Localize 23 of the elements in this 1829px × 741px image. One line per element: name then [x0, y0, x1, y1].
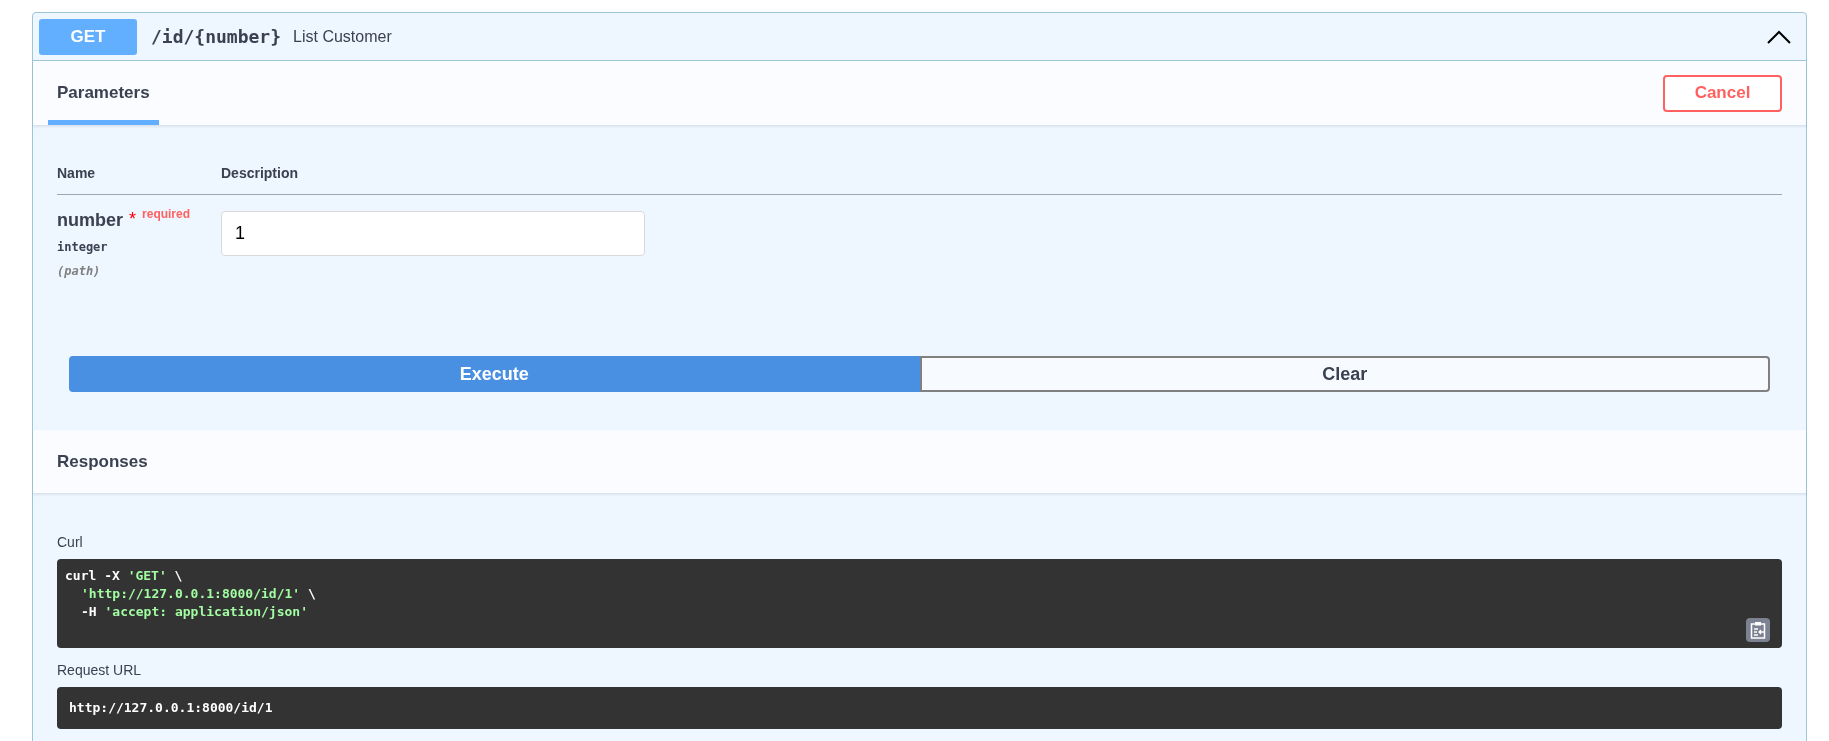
request-url: http://127.0.0.1:8000/id/1	[69, 699, 273, 718]
code-line: 'http://127.0.0.1:8000/id/1' \	[81, 585, 317, 603]
required-mark: *	[129, 208, 137, 231]
method-badge: GET	[39, 18, 137, 55]
copy-button[interactable]	[1746, 618, 1770, 642]
section-title: Responses	[57, 450, 148, 473]
parameter-name: number	[57, 209, 123, 232]
endpoint-path: /id/{number}	[151, 25, 282, 49]
required-label: required	[142, 206, 191, 223]
input-field[interactable]: 1	[221, 211, 645, 256]
parameter-type: integer	[57, 239, 109, 256]
clipboard-icon	[1750, 621, 1766, 639]
field-label: Request URL	[57, 661, 143, 680]
code-line: curl -X 'GET' \	[65, 567, 184, 585]
column-header: Description	[221, 164, 298, 183]
parameter-location: (path)	[57, 263, 102, 280]
clear-button[interactable]: Clear	[919, 356, 1770, 392]
endpoint-summary: List Customer	[293, 26, 392, 47]
field-label: Curl	[57, 533, 84, 552]
column-header: Name	[57, 164, 97, 183]
chevron-up-icon	[1767, 29, 1791, 44]
code-line: -H 'accept: application/json'	[81, 603, 309, 621]
tab[interactable]: Parameters	[48, 61, 159, 125]
